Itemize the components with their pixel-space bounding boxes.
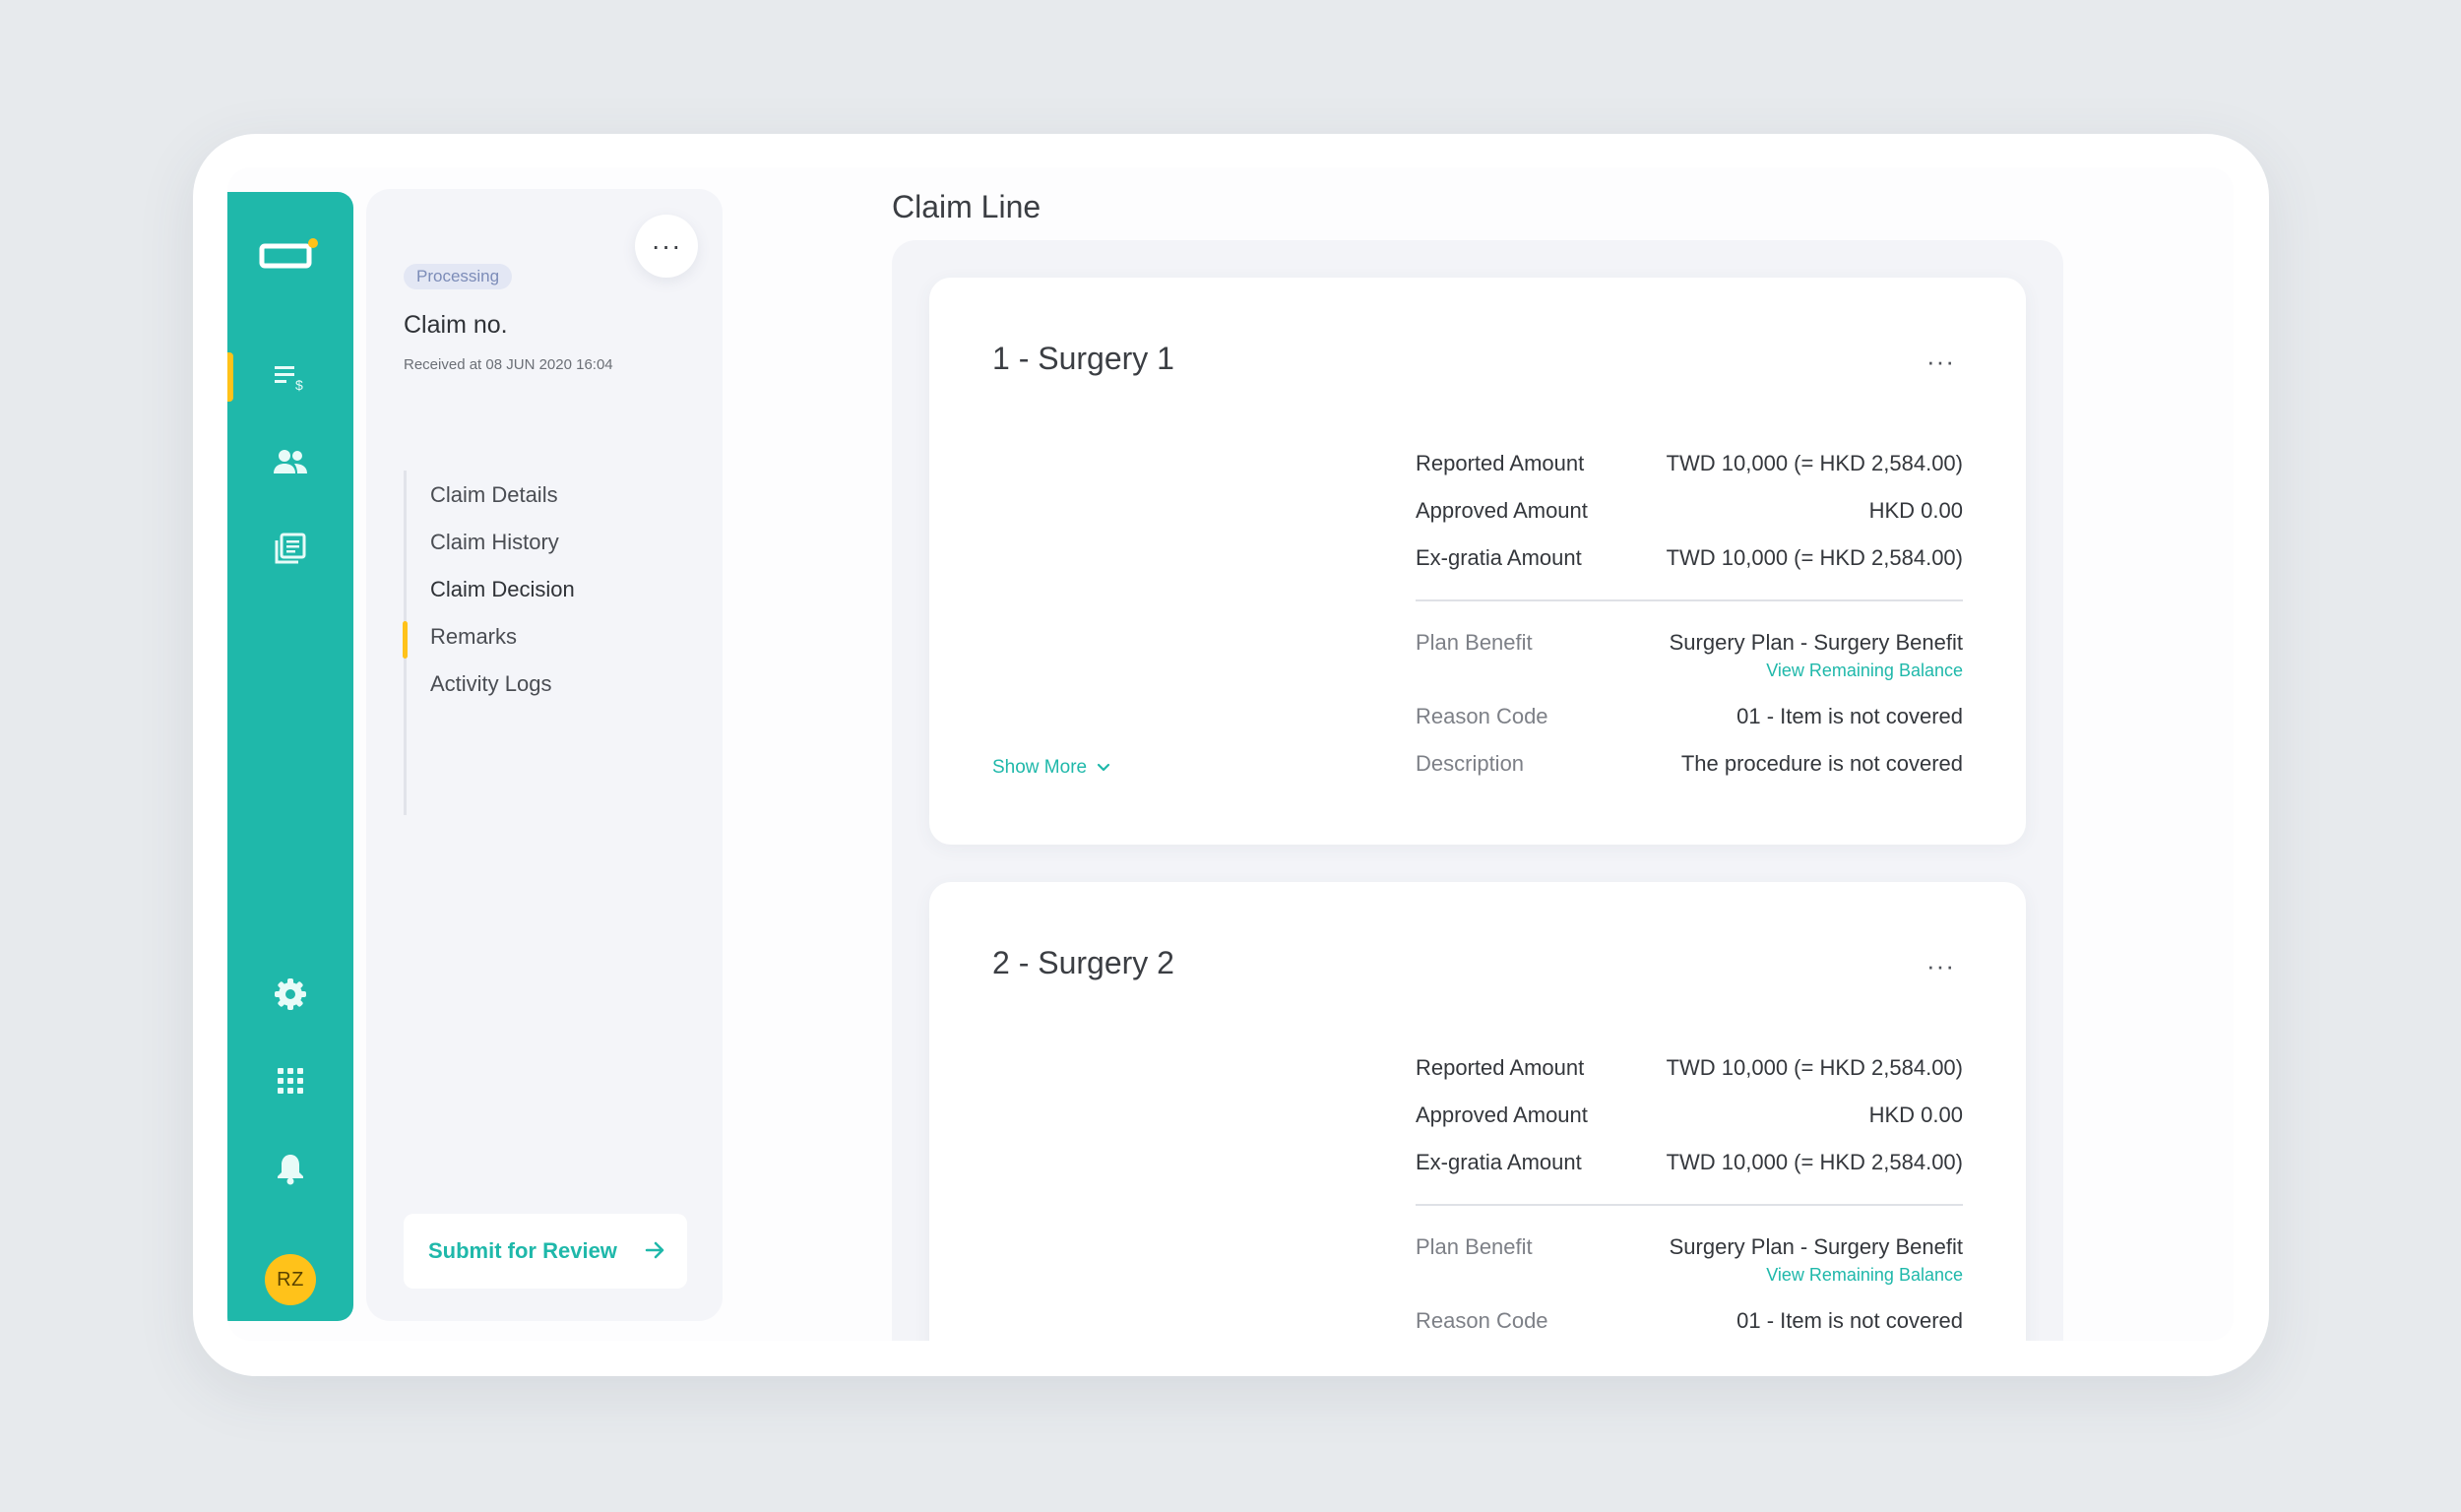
chevron-down-icon [1098, 763, 1110, 772]
view-remaining-balance-link[interactable]: View Remaining Balance [1766, 1265, 1963, 1286]
status-badge: Processing [404, 264, 513, 289]
nav-active-indicator [403, 621, 408, 659]
more-horizontal-icon[interactable]: ··· [635, 215, 698, 278]
more-horizontal-icon[interactable]: ··· [1926, 346, 1955, 377]
app-screen: $ RZ ··· Processing Claim no. Received a… [227, 167, 2234, 1341]
exgratia-amount-value: TWD 10,000 (= HKD 2,584.00) [1666, 545, 1963, 570]
submit-for-review-button[interactable]: Submit for Review [404, 1214, 687, 1289]
plan-benefit-label: Plan Benefit [1416, 1234, 1533, 1259]
more-horizontal-icon[interactable]: ··· [1926, 951, 1955, 981]
reason-code-label: Reason Code [1416, 704, 1548, 728]
side-rail: $ RZ [227, 192, 353, 1321]
arrow-right-icon [645, 1241, 664, 1259]
exgratia-amount-label: Ex-gratia Amount [1416, 545, 1582, 570]
show-more-label: Show More [992, 757, 1088, 778]
view-remaining-balance-link[interactable]: View Remaining Balance [1766, 661, 1963, 681]
exgratia-amount-value: TWD 10,000 (= HKD 2,584.00) [1666, 1150, 1963, 1174]
page-title: Claim Line [892, 189, 1041, 224]
claims-icon[interactable]: $ [271, 357, 310, 397]
settings-icon[interactable] [271, 975, 310, 1014]
claim-number-title: Claim no. [404, 311, 508, 339]
divider [1416, 599, 1963, 601]
claim-line-card: 2 - Surgery 2 ··· Reported Amount TWD 10… [929, 882, 2026, 1341]
approved-amount-value: HKD 0.00 [1868, 1102, 1963, 1127]
reason-code-label: Reason Code [1416, 1308, 1548, 1333]
svg-text:$: $ [295, 377, 303, 392]
members-icon[interactable] [271, 442, 310, 481]
documents-icon[interactable] [271, 529, 310, 568]
claim-panel: ··· Processing Claim no. Received at 08 … [366, 189, 723, 1321]
approved-amount-label: Approved Amount [1416, 498, 1588, 523]
claim-line-title: 2 - Surgery 2 [992, 945, 1174, 980]
plan-benefit-label: Plan Benefit [1416, 630, 1533, 655]
rail-active-indicator [227, 352, 233, 402]
submit-button-label: Submit for Review [428, 1238, 617, 1263]
nav-item-claim-history[interactable]: Claim History [430, 530, 559, 555]
claim-line-title: 1 - Surgery 1 [992, 341, 1174, 376]
approved-amount-value: HKD 0.00 [1868, 498, 1963, 523]
reported-amount-value: TWD 10,000 (= HKD 2,584.00) [1666, 1055, 1963, 1080]
device-frame: $ RZ ··· Processing Claim no. Received a… [193, 134, 2269, 1376]
plan-benefit-value: Surgery Plan - Surgery Benefit [1669, 630, 1963, 655]
reported-amount-label: Reported Amount [1416, 1055, 1585, 1080]
nav-item-remarks[interactable]: Remarks [430, 624, 517, 650]
claim-line-area: 1 - Surgery 1 ··· Reported Amount TWD 10… [892, 240, 2063, 1341]
exgratia-amount-label: Ex-gratia Amount [1416, 1150, 1582, 1174]
show-more-button[interactable]: Show More [992, 757, 1110, 779]
divider [1416, 1204, 1963, 1206]
plan-benefit-value: Surgery Plan - Surgery Benefit [1669, 1234, 1963, 1259]
reason-code-value: 01 - Item is not covered [1736, 704, 1963, 728]
reported-amount-value: TWD 10,000 (= HKD 2,584.00) [1666, 451, 1963, 475]
app-logo-icon[interactable] [259, 237, 320, 271]
avatar[interactable]: RZ [265, 1254, 316, 1305]
reported-amount-label: Reported Amount [1416, 451, 1585, 475]
claim-line-card: 1 - Surgery 1 ··· Reported Amount TWD 10… [929, 278, 2026, 845]
nav-item-claim-decision[interactable]: Claim Decision [430, 577, 575, 602]
reason-code-value: 01 - Item is not covered [1736, 1308, 1963, 1333]
bell-icon[interactable] [271, 1149, 310, 1188]
received-timestamp: Received at 08 JUN 2020 16:04 [404, 356, 613, 373]
description-value: The procedure is not covered [1680, 751, 1963, 776]
nav-item-claim-details[interactable]: Claim Details [430, 482, 558, 508]
claim-nav: Claim Details Claim History Claim Decisi… [403, 471, 699, 815]
approved-amount-label: Approved Amount [1416, 1102, 1588, 1127]
nav-item-activity-logs[interactable]: Activity Logs [430, 671, 552, 697]
apps-grid-icon[interactable] [271, 1061, 310, 1101]
description-label: Description [1416, 751, 1525, 776]
